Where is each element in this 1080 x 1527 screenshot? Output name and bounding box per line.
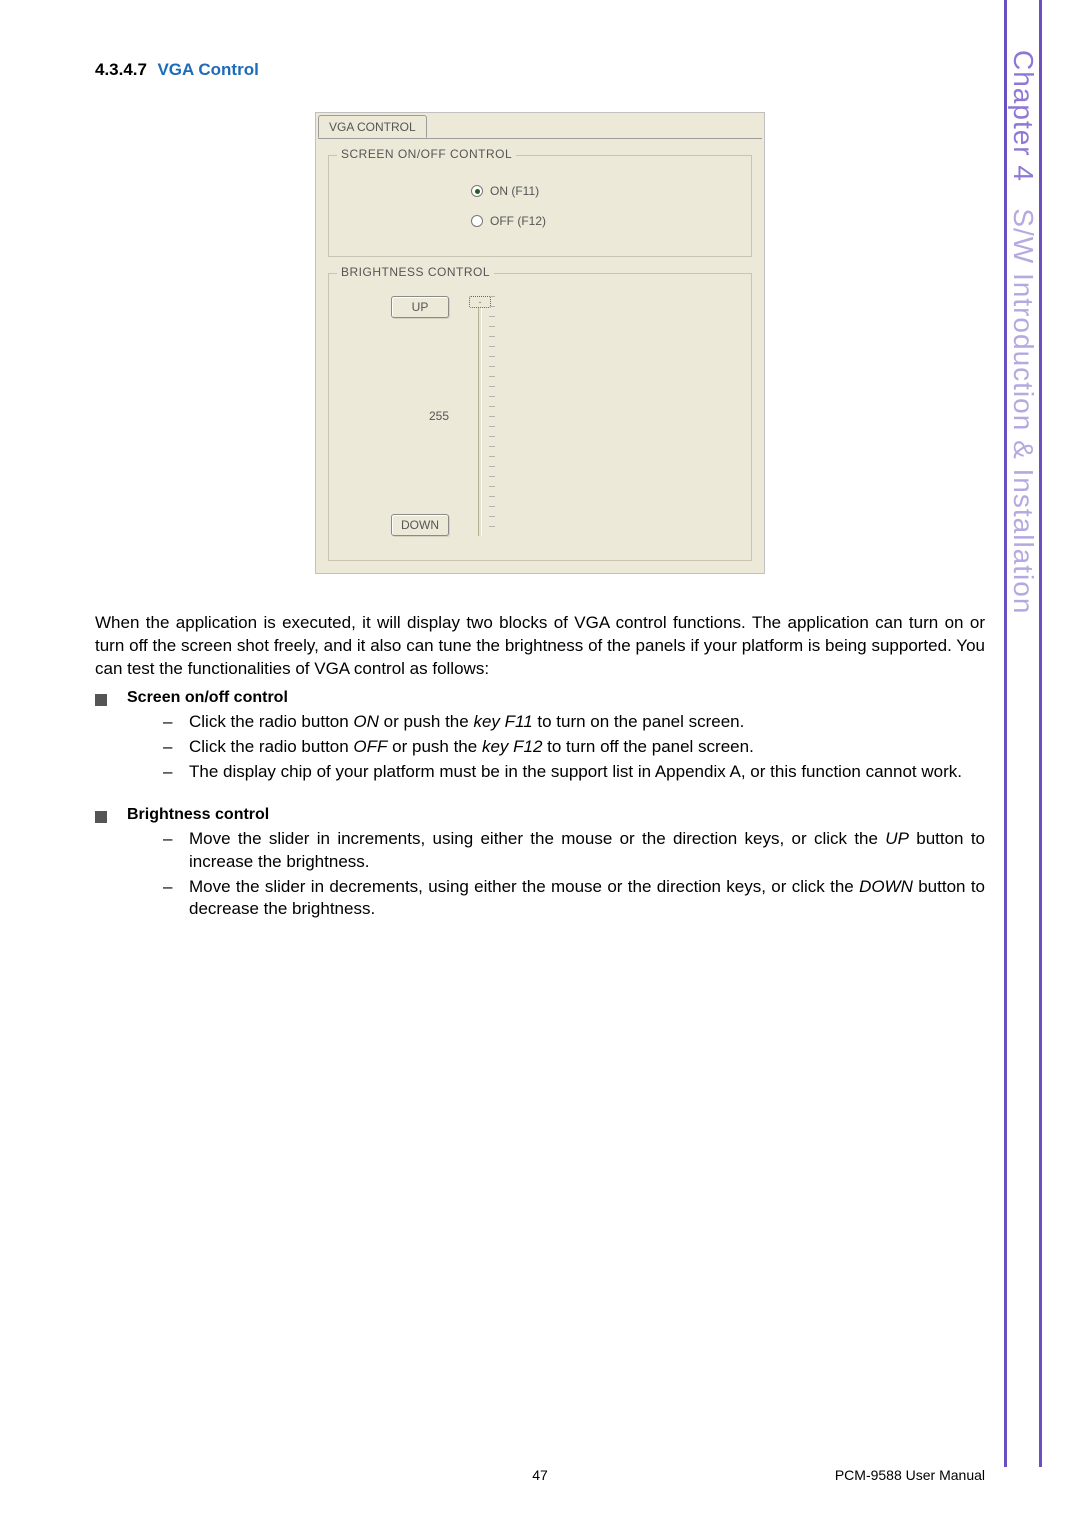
list-item: – Move the slider in decrements, using e… xyxy=(163,876,985,922)
intro-paragraph: When the application is executed, it wil… xyxy=(95,612,985,681)
page-footer: 47 PCM-9588 User Manual xyxy=(95,1467,985,1483)
list-item: – The display chip of your platform must… xyxy=(163,761,985,784)
radio-off-label: OFF (F12) xyxy=(490,214,546,228)
square-bullet-icon xyxy=(95,811,107,823)
side-rail: Chapter 4 S/W Introduction & Installatio… xyxy=(1004,0,1042,1467)
group-screen-onoff: SCREEN ON/OFF CONTROL ON (F11) OFF (F12) xyxy=(328,155,752,257)
list-item: – Click the radio button ON or push the … xyxy=(163,711,985,734)
manual-name: PCM-9588 User Manual xyxy=(835,1467,985,1483)
radio-on-row[interactable]: ON (F11) xyxy=(471,184,739,198)
bullet-brightness: Brightness control xyxy=(95,806,985,824)
radio-on-label: ON (F11) xyxy=(490,184,539,198)
brightness-value: 255 xyxy=(391,409,449,423)
side-chapter: Chapter 4 xyxy=(1008,50,1039,182)
radio-on-dot[interactable] xyxy=(471,185,483,197)
side-title: S/W Introduction & Installation xyxy=(1008,208,1039,614)
list-item: – Click the radio button OFF or push the… xyxy=(163,736,985,759)
tab-vga-control[interactable]: VGA CONTROL xyxy=(318,115,427,138)
bullet-screen-onoff: Screen on/off control xyxy=(95,689,985,707)
slider-thumb[interactable]: - xyxy=(469,296,491,308)
radio-off-dot[interactable] xyxy=(471,215,483,227)
square-bullet-icon xyxy=(95,694,107,706)
bullet-heading: Brightness control xyxy=(127,806,269,824)
page-number: 47 xyxy=(532,1467,548,1483)
group-brightness: BRIGHTNESS CONTROL UP 255 DOWN - xyxy=(328,273,752,561)
down-button[interactable]: DOWN xyxy=(391,514,449,536)
radio-off-row[interactable]: OFF (F12) xyxy=(471,214,739,228)
bullet-heading: Screen on/off control xyxy=(127,689,288,707)
vga-control-panel: VGA CONTROL SCREEN ON/OFF CONTROL ON (F1… xyxy=(315,112,765,574)
brightness-slider[interactable]: - xyxy=(463,296,497,536)
group-legend: SCREEN ON/OFF CONTROL xyxy=(337,147,516,161)
section-title: VGA Control xyxy=(157,60,258,79)
list-item: – Move the slider in increments, using e… xyxy=(163,828,985,874)
group-legend: BRIGHTNESS CONTROL xyxy=(337,265,494,279)
section-number: 4.3.4.7 xyxy=(95,60,147,79)
up-button[interactable]: UP xyxy=(391,296,449,318)
